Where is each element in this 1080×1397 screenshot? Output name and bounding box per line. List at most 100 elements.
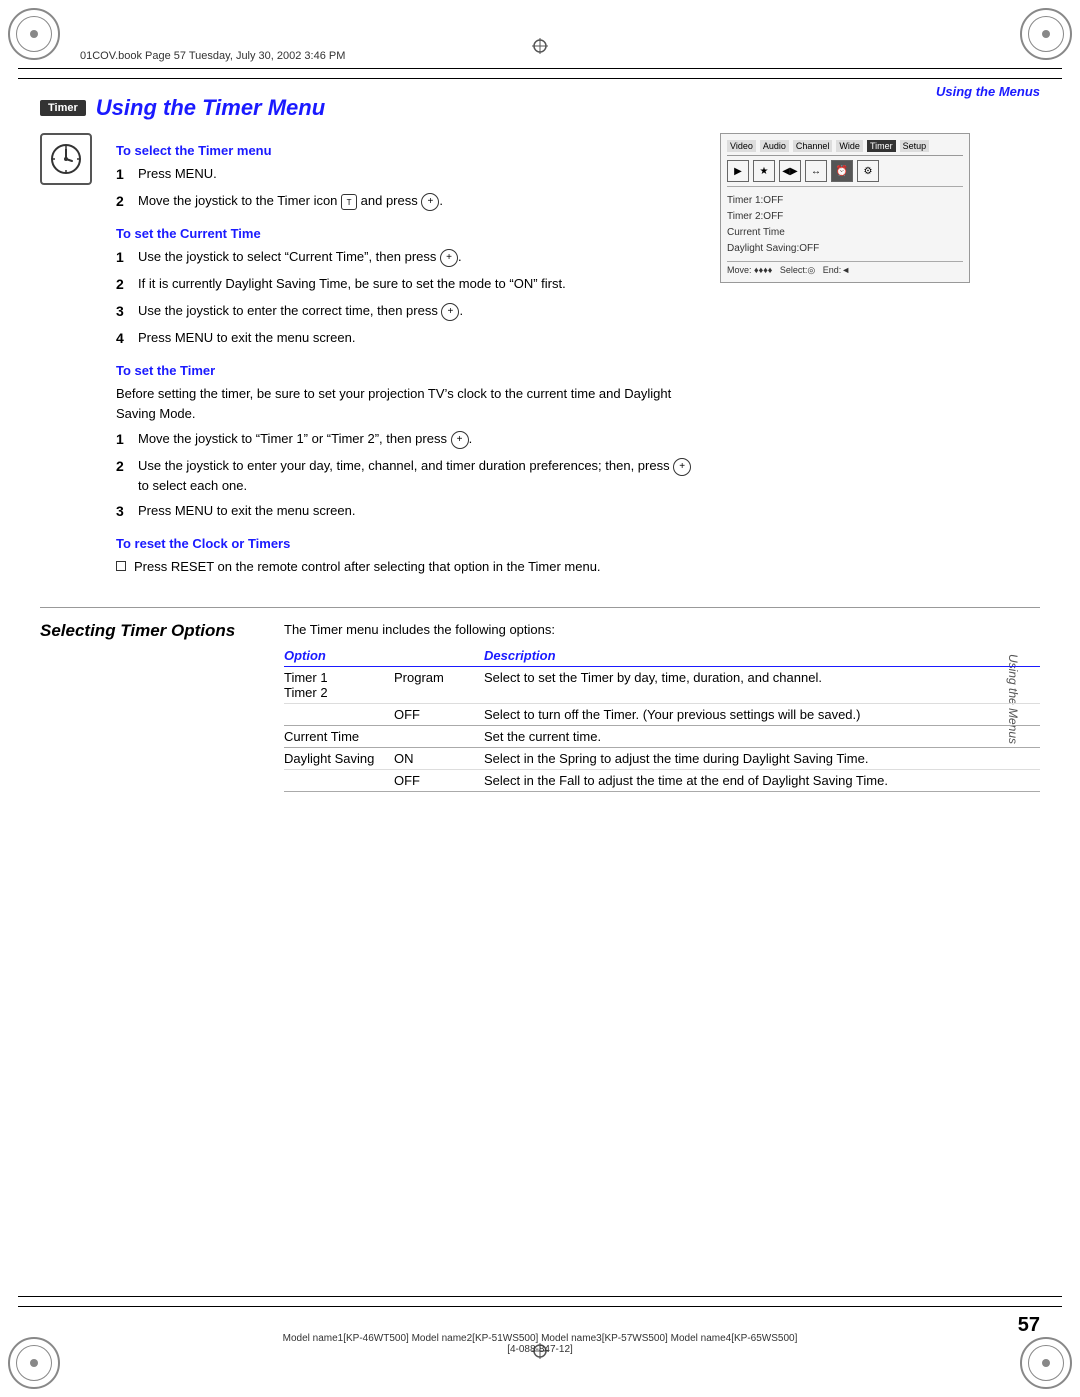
tv-menu-footer: Move: ♦♦♦♦ Select:◎ End:◄ xyxy=(727,261,963,276)
reset-clock-text: Press RESET on the remote control after … xyxy=(134,557,601,577)
step-text: Move the joystick to the Timer icon T an… xyxy=(138,191,443,212)
step-text: Use the joystick to select “Current Time… xyxy=(138,247,462,268)
step-1-timer: 1 Move the joystick to “Timer 1” or “Tim… xyxy=(116,429,704,450)
corner-decoration-tr xyxy=(1020,8,1072,60)
tab-audio: Audio xyxy=(760,140,789,152)
reset-clock-bullet: Press RESET on the remote control after … xyxy=(116,557,704,577)
table-header-row: Option Description xyxy=(284,645,1040,667)
selecting-content-col: The Timer menu includes the following op… xyxy=(284,620,1040,793)
page-number: 57 xyxy=(1018,1314,1040,1337)
cell-current-time: Current Time xyxy=(284,726,394,748)
cell-on-desc: Select in the Spring to adjust the time … xyxy=(484,748,1040,770)
tv-menu-item-currenttime: Current Time xyxy=(727,225,963,241)
cell-program-desc: Select to set the Timer by day, time, du… xyxy=(484,667,1040,704)
timer-icon-box xyxy=(40,133,92,185)
step-num: 3 xyxy=(116,301,132,322)
section-title-bar: Timer Using the Timer Menu xyxy=(40,95,1040,121)
step-text: Press MENU to exit the menu screen. xyxy=(138,501,355,522)
tv-icon-6: ⚙ xyxy=(857,160,879,182)
step-2-select: 2 Move the joystick to the Timer icon T … xyxy=(116,191,704,212)
circle-btn-enter: + xyxy=(421,193,439,211)
cell-empty3 xyxy=(284,770,394,792)
step-text: Press MENU to exit the menu screen. xyxy=(138,328,355,349)
tv-icons-row: ▶ ★ ◀▶ ↔ ⏰ ⚙ xyxy=(727,160,963,187)
crosshair-top xyxy=(532,38,548,54)
tv-menu-item-timer2: Timer 2:OFF xyxy=(727,209,963,225)
cell-program: Program xyxy=(394,667,484,704)
step-num: 1 xyxy=(116,247,132,268)
selecting-title-col: Selecting Timer Options xyxy=(40,620,260,793)
tv-menu-image-col: Video Audio Channel Wide Timer Setup ▶ ★… xyxy=(720,129,1040,583)
inline-timer-icon: T xyxy=(341,194,357,210)
options-table: Option Description Timer 1Timer 2 Progra… xyxy=(284,645,1040,792)
reset-clock-heading: To reset the Clock or Timers xyxy=(116,536,704,551)
step-num: 1 xyxy=(116,429,132,450)
tab-channel: Channel xyxy=(793,140,833,152)
step-num: 1 xyxy=(116,164,132,185)
cell-timer1: Timer 1Timer 2 xyxy=(284,667,394,704)
tab-timer: Timer xyxy=(867,140,896,152)
set-timer-intro: Before setting the timer, be sure to set… xyxy=(116,384,704,423)
step-3-time: 3 Use the joystick to enter the correct … xyxy=(116,301,704,322)
cell-off2-desc: Select in the Fall to adjust the time at… xyxy=(484,770,1040,792)
main-title: Using the Timer Menu xyxy=(96,95,325,121)
header-bottom-rule xyxy=(18,78,1062,79)
footer-bottom-rule xyxy=(18,1306,1062,1307)
step-num: 2 xyxy=(116,456,132,495)
main-content: Timer Using the Timer Menu xyxy=(40,95,1040,1297)
cell-on: ON xyxy=(394,748,484,770)
tv-icon-2: ★ xyxy=(753,160,775,182)
tv-menu-tabs: Video Audio Channel Wide Timer Setup xyxy=(727,140,963,156)
file-info: 01COV.book Page 57 Tuesday, July 30, 200… xyxy=(80,50,345,62)
cell-daylight: Daylight Saving xyxy=(284,748,394,770)
tv-menu-item-daylightsaving: Daylight Saving:OFF xyxy=(727,241,963,257)
tab-setup: Setup xyxy=(900,140,930,152)
selecting-intro: The Timer menu includes the following op… xyxy=(284,620,1040,640)
step-num: 2 xyxy=(116,191,132,212)
step-text: Use the joystick to enter the correct ti… xyxy=(138,301,463,322)
tv-icon-1: ▶ xyxy=(727,160,749,182)
cell-off1-desc: Select to turn off the Timer. (Your prev… xyxy=(484,704,1040,726)
table-row-daylight-off: OFF Select in the Fall to adjust the tim… xyxy=(284,770,1040,792)
step-3-timer: 3 Press MENU to exit the menu screen. xyxy=(116,501,704,522)
set-timer-heading: To set the Timer xyxy=(116,363,704,378)
tv-icon-5-active: ⏰ xyxy=(831,160,853,182)
cell-empty2 xyxy=(394,726,484,748)
tv-menu-list: Timer 1:OFF Timer 2:OFF Current Time Day… xyxy=(727,193,963,257)
tv-menu-item-timer1: Timer 1:OFF xyxy=(727,193,963,209)
table-row-timer1-program: Timer 1Timer 2 Program Select to set the… xyxy=(284,667,1040,704)
left-instructions-col: To select the Timer menu 1 Press MENU. 2… xyxy=(116,129,704,583)
step-text: If it is currently Daylight Saving Time,… xyxy=(138,274,566,295)
step-2-time: 2 If it is currently Daylight Saving Tim… xyxy=(116,274,704,295)
col-option-header: Option xyxy=(284,645,394,667)
step-4-time: 4 Press MENU to exit the menu screen. xyxy=(116,328,704,349)
footer-model-info: Model name1[KP-46WT500] Model name2[KP-5… xyxy=(283,1333,798,1355)
corner-decoration-br xyxy=(1020,1337,1072,1389)
corner-decoration-bl xyxy=(8,1337,60,1389)
cell-off2: OFF xyxy=(394,770,484,792)
selecting-timer-section: Selecting Timer Options The Timer menu i… xyxy=(40,620,1040,793)
header-top-rule xyxy=(18,68,1062,69)
cell-off1: OFF xyxy=(394,704,484,726)
step-num: 3 xyxy=(116,501,132,522)
corner-decoration-tl xyxy=(8,8,60,60)
footer-top-rule xyxy=(18,1296,1062,1297)
tv-icon-3: ◀▶ xyxy=(779,160,801,182)
clock-icon xyxy=(48,141,84,177)
timer-badge: Timer xyxy=(40,100,86,116)
step-1-time: 1 Use the joystick to select “Current Ti… xyxy=(116,247,704,268)
cell-empty1 xyxy=(284,704,394,726)
set-current-time-heading: To set the Current Time xyxy=(116,226,704,241)
col-desc-text-header: Description xyxy=(484,645,1040,667)
step-text: Move the joystick to “Timer 1” or “Timer… xyxy=(138,429,472,450)
table-row-current-time: Current Time Set the current time. xyxy=(284,726,1040,748)
bullet-square xyxy=(116,561,126,571)
select-timer-heading: To select the Timer menu xyxy=(116,143,704,158)
tv-menu-mockup: Video Audio Channel Wide Timer Setup ▶ ★… xyxy=(720,133,970,283)
circle-btn-enter4: + xyxy=(451,431,469,449)
step-num: 4 xyxy=(116,328,132,349)
circle-btn-enter3: + xyxy=(441,303,459,321)
tv-icon-4: ↔ xyxy=(805,160,827,182)
tab-video: Video xyxy=(727,140,756,152)
step-num: 2 xyxy=(116,274,132,295)
